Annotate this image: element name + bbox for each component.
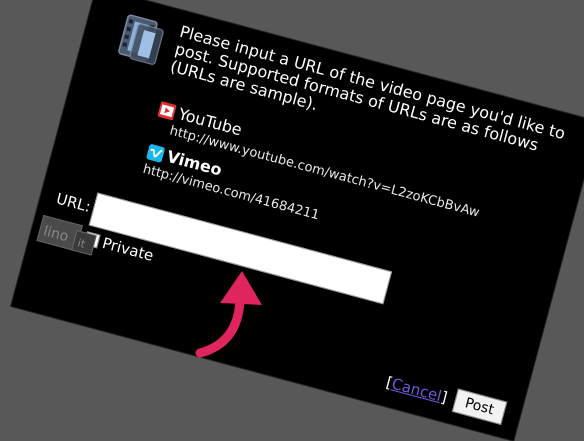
screen-background: Please input a URL of the video page you… — [0, 0, 584, 441]
url-label: URL: — [54, 189, 93, 216]
film-strip-icon — [118, 14, 164, 65]
youtube-icon — [157, 101, 177, 121]
vimeo-icon — [146, 144, 165, 163]
post-button[interactable]: Post — [451, 388, 508, 425]
cancel-link[interactable]: Cancel — [390, 375, 444, 406]
video-post-dialog: Please input a URL of the video page you… — [11, 0, 584, 441]
dialog-footer: [ Cancel ] Post — [383, 370, 508, 425]
instructions-text: Please input a URL of the video page you… — [168, 21, 568, 155]
curved-arrow-icon — [195, 271, 262, 358]
